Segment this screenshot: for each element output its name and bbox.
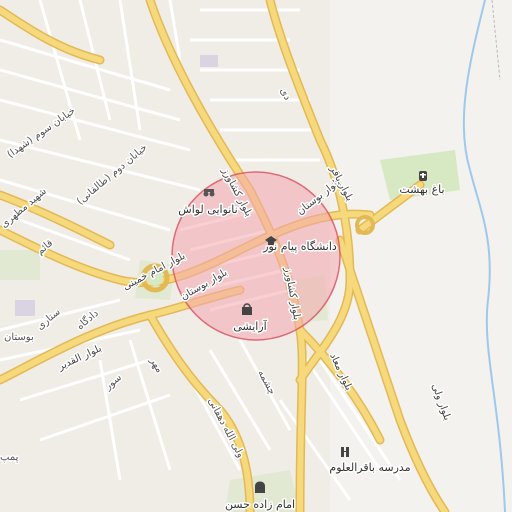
map-canvas: بلوار کشاورز بلوار بوستان بلوار بوستان ب… xyxy=(0,0,512,512)
shrine-icon xyxy=(255,481,265,493)
poi-university-label: دانشگاه پیام نور xyxy=(262,240,337,253)
poi-school-label: مدرسه باقرالعلوم xyxy=(329,461,410,474)
cemetery-icon xyxy=(419,171,427,181)
map-view[interactable]: بلوار کشاورز بلوار بوستان بلوار بوستان ب… xyxy=(0,0,512,512)
label-pamp: پمپ xyxy=(0,452,19,463)
label-bostani: بوستان xyxy=(4,332,34,343)
poi-bagh-behesht-label: باغ بهشت xyxy=(399,183,444,196)
poi-shrine-label: امام زاده حسن xyxy=(225,498,295,511)
poi-bakery-label: نانوایی لواش xyxy=(178,203,237,216)
poi-cosmetics-label: آرایشی xyxy=(233,319,267,333)
